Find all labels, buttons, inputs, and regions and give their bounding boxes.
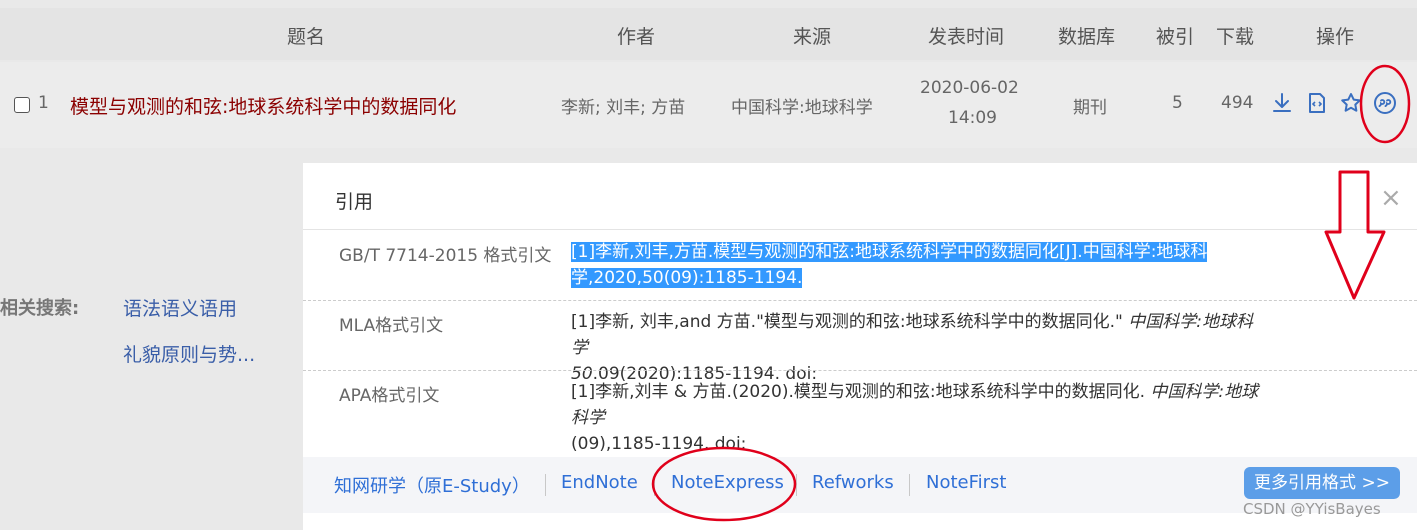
favorite-icon[interactable] — [1339, 91, 1363, 115]
citation-format-label: MLA格式引文 — [339, 316, 444, 336]
export-refworks-link[interactable]: Refworks — [812, 472, 894, 493]
header-cited[interactable]: 被引 — [1156, 22, 1194, 49]
row-index: 1 — [38, 93, 49, 113]
header-author: 作者 — [617, 26, 656, 48]
article-cited-count: 5 — [1172, 93, 1183, 113]
article-time: 14:09 — [948, 108, 997, 128]
header-date[interactable]: 发表时间 — [928, 22, 1004, 49]
divider — [909, 474, 910, 496]
download-icon[interactable] — [1270, 91, 1294, 115]
article-download-count: 494 — [1221, 93, 1254, 113]
citation-text[interactable]: [1]李新, 刘丰,and 方苗."模型与观测的和弦:地球系统科学中的数据同化.… — [571, 309, 1261, 387]
related-search-label: 相关搜索: — [0, 298, 80, 319]
citation-line: 学,2020,50(09):1185-1194. — [571, 268, 803, 288]
cite-icon[interactable] — [1373, 91, 1397, 115]
divider — [796, 474, 797, 496]
article-authors[interactable]: 李新; 刘丰; 方苗 — [561, 93, 685, 118]
table-row: 1 模型与观测的和弦:地球系统科学中的数据同化 李新; 刘丰; 方苗 中国科学:… — [0, 62, 1417, 148]
citation-line: [1]李新,刘丰 & 方苗.(2020).模型与观测的和弦:地球系统科学中的数据… — [571, 382, 1151, 402]
citation-text[interactable]: [1]李新,刘丰 & 方苗.(2020).模型与观测的和弦:地球系统科学中的数据… — [571, 379, 1261, 457]
results-table-header: 题名 作者 来源 发表时间 数据库 被引 下载 操作 — [0, 8, 1417, 60]
divider — [303, 300, 1417, 301]
citation-line: [1]李新,刘丰,方苗.模型与观测的和弦:地球系统科学中的数据同化[J].中国科… — [571, 242, 1208, 262]
export-estudy-link[interactable]: 知网研学（原E-Study） — [334, 472, 530, 498]
more-citation-formats-button[interactable]: 更多引用格式 >> — [1244, 467, 1400, 499]
citation-text[interactable]: [1]李新,刘丰,方苗.模型与观测的和弦:地球系统科学中的数据同化[J].中国科… — [571, 239, 1261, 291]
export-endnote-link[interactable]: EndNote — [561, 472, 638, 493]
citation-format-label: GB/T 7714-2015 格式引文 — [339, 246, 552, 266]
dialog-title: 引用 — [335, 191, 374, 213]
citation-line: (09),1185-1194. doi: — [571, 434, 747, 454]
header-title[interactable]: 题名 — [287, 22, 325, 49]
article-date: 2020-06-02 — [920, 78, 1019, 98]
close-icon[interactable]: × — [1380, 185, 1402, 211]
divider — [654, 474, 655, 496]
html-read-icon[interactable] — [1305, 91, 1329, 115]
article-source[interactable]: 中国科学:地球科学 — [731, 93, 873, 118]
citation-dialog: 引用 × GB/T 7714-2015 格式引文 [1]李新,刘丰,方苗.模型与… — [303, 163, 1417, 530]
divider — [545, 474, 546, 496]
header-database: 数据库 — [1058, 26, 1116, 48]
article-title-link[interactable]: 模型与观测的和弦:地球系统科学中的数据同化 — [70, 92, 456, 119]
citation-format-label: APA格式引文 — [339, 386, 440, 406]
article-database: 期刊 — [1073, 98, 1107, 118]
header-actions: 操作 — [1316, 26, 1355, 48]
export-noteexpress-link[interactable]: NoteExpress — [671, 472, 784, 493]
header-downloads[interactable]: 下载 — [1216, 22, 1254, 49]
related-search-link[interactable]: 语法语义语用 — [123, 294, 237, 321]
related-search-link[interactable]: 礼貌原则与势... — [123, 340, 255, 367]
export-notefirst-link[interactable]: NoteFirst — [926, 472, 1007, 493]
citation-line: [1]李新, 刘丰,and 方苗."模型与观测的和弦:地球系统科学中的数据同化.… — [571, 312, 1129, 332]
row-checkbox[interactable] — [14, 97, 30, 113]
divider — [303, 229, 1417, 230]
watermark: CSDN @YYisBayes — [1243, 500, 1381, 518]
divider — [303, 370, 1417, 371]
header-source: 来源 — [793, 26, 832, 48]
